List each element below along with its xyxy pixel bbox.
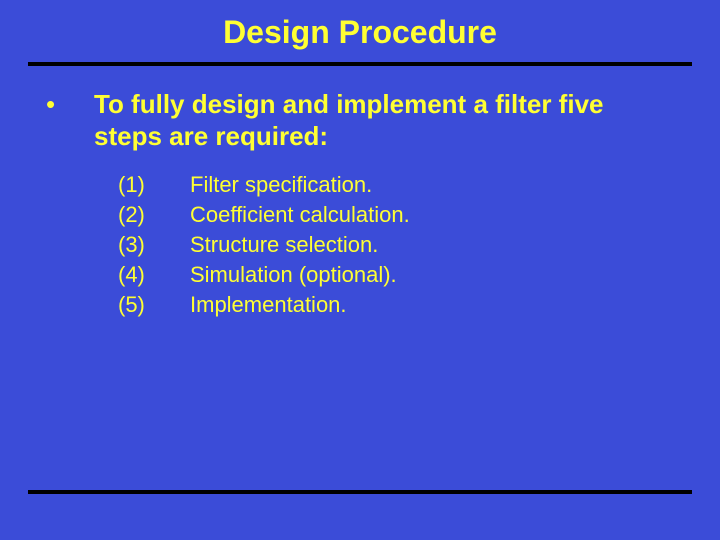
- step-number: (1): [118, 170, 190, 200]
- list-item: (1) Filter specification.: [118, 170, 674, 200]
- step-number: (2): [118, 200, 190, 230]
- step-number: (3): [118, 230, 190, 260]
- step-text: Coefficient calculation.: [190, 200, 674, 230]
- step-text: Simulation (optional).: [190, 260, 674, 290]
- horizontal-rule-top: [28, 62, 692, 66]
- step-text: Structure selection.: [190, 230, 674, 260]
- bullet-row: • To fully design and implement a filter…: [46, 88, 674, 152]
- subtitle-text: To fully design and implement a filter f…: [94, 88, 674, 152]
- steps-list: (1) Filter specification. (2) Coefficien…: [118, 170, 674, 320]
- slide: Design Procedure • To fully design and i…: [0, 0, 720, 540]
- step-number: (5): [118, 290, 190, 320]
- list-item: (5) Implementation.: [118, 290, 674, 320]
- step-text: Implementation.: [190, 290, 674, 320]
- slide-content: • To fully design and implement a filter…: [46, 88, 674, 320]
- list-item: (3) Structure selection.: [118, 230, 674, 260]
- list-item: (4) Simulation (optional).: [118, 260, 674, 290]
- step-text: Filter specification.: [190, 170, 674, 200]
- bullet-glyph: •: [46, 88, 94, 120]
- list-item: (2) Coefficient calculation.: [118, 200, 674, 230]
- step-number: (4): [118, 260, 190, 290]
- slide-title: Design Procedure: [0, 0, 720, 51]
- horizontal-rule-bottom: [28, 490, 692, 494]
